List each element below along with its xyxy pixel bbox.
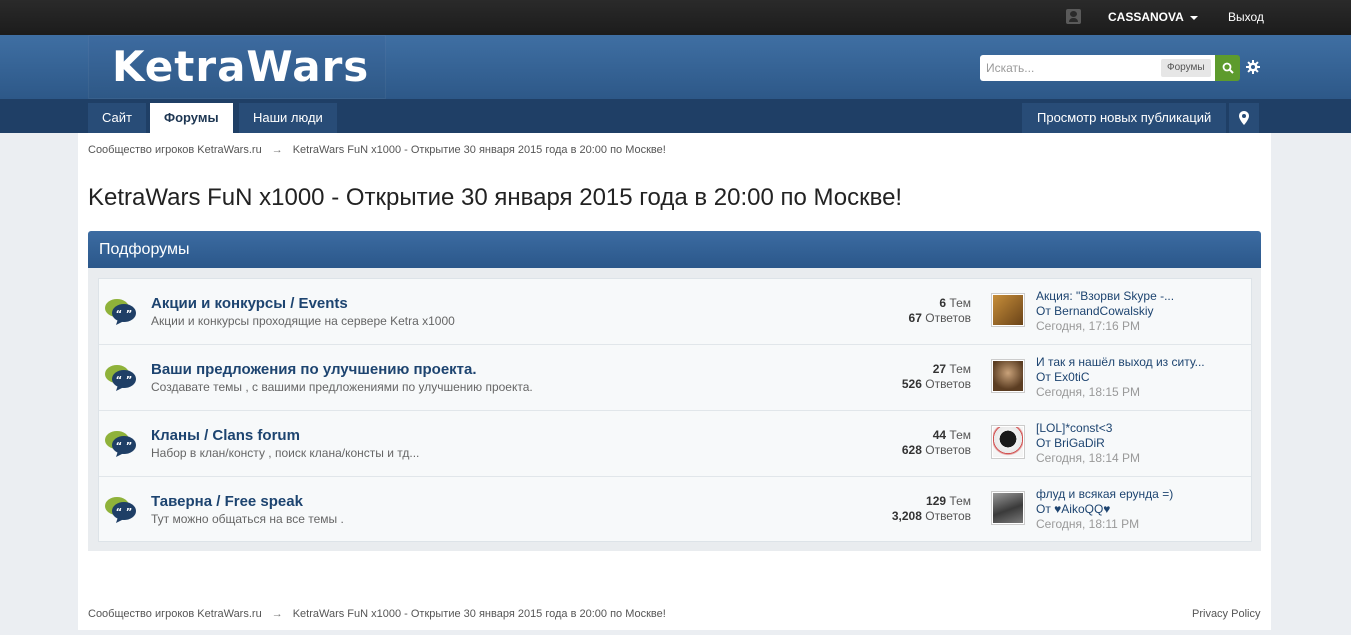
breadcrumb-current[interactable]: KetraWars FuN x1000 - Открытие 30 января… <box>293 144 666 156</box>
last-post-info: флуд и всякая ерунда =) От ♥AikoQQ♥ Сего… <box>1036 487 1173 532</box>
last-post-time[interactable]: Сегодня, 18:14 PM <box>1036 451 1140 466</box>
forum-title-link[interactable]: Ваши предложения по улучшению проекта. <box>151 361 477 378</box>
reply-count-label: Ответов <box>925 443 971 457</box>
last-post-title-link[interactable]: И так я нашёл выход из ситу... <box>1036 355 1205 370</box>
subforums-title: Подфорумы <box>99 241 190 258</box>
forum-stats: 44 Тем 628 Ответов <box>902 428 971 458</box>
reply-count: 3,208 <box>891 509 922 523</box>
svg-text:“ ”: “ ” <box>116 309 133 320</box>
last-post-title-link[interactable]: флуд и всякая ерунда =) <box>1036 487 1173 502</box>
username: CASSANOVA <box>1108 10 1184 24</box>
nav-item-site[interactable]: Сайт <box>88 103 146 133</box>
topic-count: 6 <box>939 296 947 310</box>
user-menu[interactable]: CASSANOVA <box>1108 10 1198 24</box>
last-post-title-link[interactable]: Акция: "Взорви Skype -... <box>1036 289 1174 304</box>
subforums-header: Подфорумы <box>88 231 1261 268</box>
avatar[interactable] <box>991 425 1025 459</box>
forum-row: “ ” Ваши предложения по улучшению проект… <box>99 345 1251 411</box>
last-post-author[interactable]: От BernandCowalskiy <box>1036 304 1174 319</box>
svg-text:“ ”: “ ” <box>116 441 133 452</box>
forum-title-link[interactable]: Акции и конкурсы / Events <box>151 295 348 312</box>
location-pin-button[interactable] <box>1229 103 1259 133</box>
nav-item-people[interactable]: Наши люди <box>239 103 337 133</box>
reply-count-label: Ответов <box>925 377 971 391</box>
page-title: KetraWars FuN x1000 - Открытие 30 января… <box>88 184 903 211</box>
search-button[interactable] <box>1215 55 1240 81</box>
breadcrumb-root[interactable]: Сообщество игроков KetraWars.ru <box>88 608 262 620</box>
forum-row: “ ” Акции и конкурсы / Events Акции и ко… <box>99 279 1251 345</box>
forum-speech-bubbles-icon: “ ” <box>105 365 136 391</box>
view-new-posts-link[interactable]: Просмотр новых публикаций <box>1022 103 1227 133</box>
last-post-info: Акция: "Взорви Skype -... От BernandCowa… <box>1036 289 1174 334</box>
search-icon <box>1222 62 1234 74</box>
forum-title-link[interactable]: Кланы / Clans forum <box>151 427 300 444</box>
last-post-time[interactable]: Сегодня, 18:15 PM <box>1036 385 1205 400</box>
last-post-author[interactable]: От Ex0tiC <box>1036 370 1205 385</box>
topic-count-label: Тем <box>949 296 971 310</box>
breadcrumb-current[interactable]: KetraWars FuN x1000 - Открытие 30 января… <box>293 608 666 620</box>
avatar[interactable] <box>991 293 1025 327</box>
forum-description: Акции и конкурсы проходящие на сервере K… <box>151 314 455 328</box>
logout-link[interactable]: Выход <box>1228 10 1264 24</box>
privacy-policy-link[interactable]: Privacy Policy <box>1192 608 1260 620</box>
forum-speech-bubbles-icon: “ ” <box>105 497 136 523</box>
user-bar: CASSANOVA Выход <box>0 0 1351 35</box>
topic-count-label: Тем <box>949 428 971 442</box>
avatar[interactable] <box>991 359 1025 393</box>
breadcrumb-arrow: → <box>271 608 283 620</box>
search-box: Форумы <box>980 55 1215 81</box>
forum-stats: 6 Тем 67 Ответов <box>909 296 971 326</box>
nav-item-forums[interactable]: Форумы <box>150 103 233 133</box>
forum-list: “ ” Акции и конкурсы / Events Акции и ко… <box>98 278 1252 542</box>
search-scope[interactable]: Форумы <box>1161 59 1211 77</box>
forum-description: Тут можно общаться на все темы . <box>151 512 344 526</box>
last-post-time[interactable]: Сегодня, 17:16 PM <box>1036 319 1174 334</box>
site-logo[interactable]: KetraWars <box>112 42 369 91</box>
location-pin-icon <box>1239 111 1249 125</box>
footer-breadcrumb: Сообщество игроков KetraWars.ru → KetraWar… <box>88 608 666 620</box>
last-post-author[interactable]: От BriGaDiR <box>1036 436 1140 451</box>
topic-count-label: Тем <box>949 494 971 508</box>
reply-count: 628 <box>901 443 922 457</box>
forum-description: Создавате темы , с вашими предложениями … <box>151 380 533 394</box>
forum-stats: 129 Тем 3,208 Ответов <box>892 494 971 524</box>
last-post-author[interactable]: От ♥AikoQQ♥ <box>1036 502 1173 517</box>
svg-text:“ ”: “ ” <box>116 507 133 518</box>
topic-count: 27 <box>932 362 947 376</box>
reply-count: 526 <box>901 377 922 391</box>
topic-count-label: Тем <box>949 362 971 376</box>
topic-count: 129 <box>926 494 947 508</box>
forum-speech-bubbles-icon: “ ” <box>105 431 136 457</box>
caret-down-icon <box>1189 15 1198 20</box>
breadcrumb-arrow: → <box>271 144 283 156</box>
search-input[interactable] <box>980 55 1158 81</box>
last-post-title-link[interactable]: [LOL]*const<3 <box>1036 421 1140 436</box>
reply-count: 67 <box>908 311 922 325</box>
forum-speech-bubbles-icon: “ ” <box>105 299 136 325</box>
main-nav: Сайт Форумы Наши люди Просмотр новых пуб… <box>0 99 1351 133</box>
breadcrumb: Сообщество игроков KetraWars.ru → KetraWar… <box>88 144 666 156</box>
forum-stats: 27 Тем 526 Ответов <box>902 362 971 392</box>
profile-card-icon[interactable] <box>1066 9 1081 24</box>
forum-title-link[interactable]: Таверна / Free speak <box>151 493 303 510</box>
breadcrumb-root[interactable]: Сообщество игроков KetraWars.ru <box>88 144 262 156</box>
last-post-time[interactable]: Сегодня, 18:11 PM <box>1036 517 1173 532</box>
svg-text:“ ”: “ ” <box>116 375 133 386</box>
avatar[interactable] <box>991 491 1025 525</box>
topic-count: 44 <box>932 428 947 442</box>
last-post-info: [LOL]*const<3 От BriGaDiR Сегодня, 18:14… <box>1036 421 1140 466</box>
forum-row: “ ” Кланы / Clans forum Набор в клан/кон… <box>99 411 1251 477</box>
site-header: KetraWars Форумы <box>0 35 1351 99</box>
reply-count-label: Ответов <box>925 311 971 325</box>
forum-description: Набор в клан/консту , поиск клана/консты… <box>151 446 420 460</box>
last-post-info: И так я нашёл выход из ситу... От Ex0tiC… <box>1036 355 1205 400</box>
gear-icon[interactable] <box>1245 59 1261 75</box>
forum-row: “ ” Таверна / Free speak Тут можно общат… <box>99 477 1251 543</box>
reply-count-label: Ответов <box>925 509 971 523</box>
